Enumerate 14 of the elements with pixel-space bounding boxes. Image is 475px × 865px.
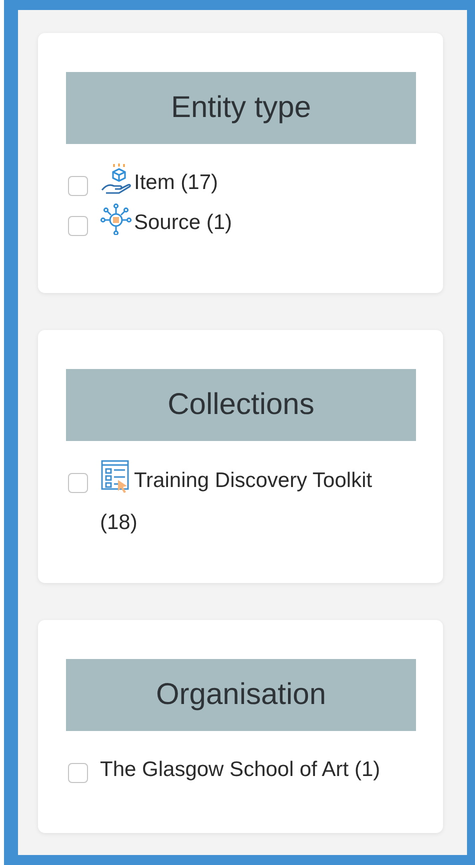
option-label[interactable]: The Glasgow School of Art (1) [100,749,395,791]
facet-heading: Entity type [66,72,416,144]
hand-cube-icon [100,163,132,195]
list-window-icon [100,459,132,493]
checkbox[interactable] [68,763,88,783]
option-label[interactable]: Training Discovery Toolkit (18) [100,459,395,544]
facet-heading: Collections [66,369,416,441]
checkbox[interactable] [68,176,88,196]
option-label[interactable]: Source (1) [100,202,395,244]
option-label[interactable]: Item (17) [100,162,395,204]
facet-heading: Organisation [66,659,416,731]
checkbox[interactable] [68,473,88,493]
network-hub-icon [100,203,132,235]
checkbox[interactable] [68,216,88,236]
